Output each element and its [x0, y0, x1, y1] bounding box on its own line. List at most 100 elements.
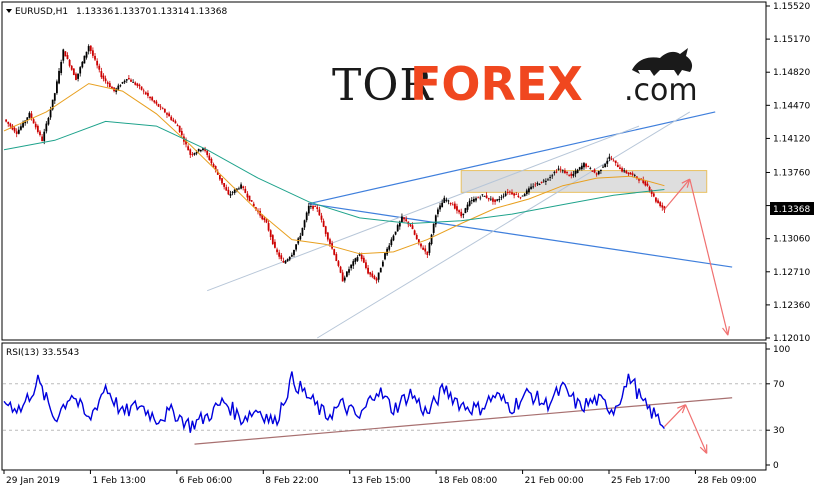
x-tick-label: 28 Feb 09:00 [697, 476, 756, 486]
x-tick-label: 18 Feb 08:00 [438, 476, 497, 486]
candle-body [221, 178, 223, 184]
candle-body [479, 197, 482, 199]
candle-body [458, 210, 460, 213]
candle-body [60, 62, 63, 74]
candle-body [434, 215, 437, 225]
candle-body [413, 230, 416, 235]
price-tick-label: 1.15520 [773, 2, 810, 12]
candle-body [284, 261, 287, 264]
candle-body [536, 183, 539, 185]
candle-body [411, 225, 414, 230]
candle-body [564, 170, 566, 174]
candle-body [430, 234, 433, 244]
candle-body [403, 217, 405, 220]
candle-body [166, 113, 168, 115]
symbol-header: EURUSD,H1 1.13336 1.13370 1.13314 1.1336… [6, 7, 227, 17]
candle-body [219, 174, 221, 180]
candle-body [161, 108, 164, 110]
candle-body [77, 73, 79, 79]
candle-body [502, 195, 505, 197]
candle-body [377, 272, 380, 280]
candle-body [612, 160, 615, 162]
candle-body [369, 272, 372, 275]
candle-body [140, 86, 143, 90]
candle-body [475, 198, 477, 201]
candle-body [244, 188, 247, 193]
candle-body [267, 223, 270, 231]
rsi-tick-label: 0 [773, 461, 779, 471]
candle-body [333, 249, 336, 255]
candle-body [15, 131, 18, 134]
candle-body [530, 186, 532, 189]
candle-body [648, 186, 651, 191]
candle-body [614, 160, 617, 164]
candle-body [178, 125, 181, 132]
candle-body [168, 113, 170, 117]
candle-body [481, 194, 484, 196]
candle-body [280, 255, 283, 260]
candle-body [587, 166, 590, 167]
candle-body [335, 254, 338, 262]
price-tick-label: 1.12360 [773, 301, 810, 311]
candle-body [123, 80, 126, 83]
candle-body [58, 70, 60, 84]
candle-body [269, 230, 272, 237]
candle-body [282, 260, 285, 263]
candle-body [238, 188, 240, 190]
candle-body [229, 193, 232, 196]
logo-text-forex: FOREX [410, 57, 583, 111]
candle-body [401, 216, 403, 223]
candle-body [489, 198, 492, 200]
candle-body [367, 267, 369, 274]
candle-body [498, 198, 501, 201]
candle-body [464, 208, 467, 214]
price-tick-label: 1.14470 [773, 101, 810, 111]
candle-body [354, 258, 357, 262]
candle-body [600, 169, 602, 171]
candle-body [13, 127, 16, 132]
candle-body [511, 192, 513, 195]
candle-body [322, 220, 325, 227]
candle-body [223, 183, 226, 187]
candle-body [657, 200, 659, 203]
candle-body [379, 267, 382, 273]
candle-body [551, 175, 554, 177]
candle-body [295, 244, 297, 250]
candle-body [343, 277, 346, 281]
candle-body [117, 85, 120, 90]
candle-body [466, 204, 469, 210]
current-price-badge: 1.13368 [770, 202, 814, 215]
candle-body [17, 129, 20, 134]
candle-body [350, 264, 353, 269]
candle-body [443, 197, 446, 203]
candle-body [405, 219, 408, 222]
candle-body [483, 196, 486, 197]
candle-body [619, 167, 621, 170]
candle-body [286, 259, 289, 262]
candle-body [638, 179, 640, 181]
candle-body [104, 78, 107, 82]
rsi-panel-frame [1, 342, 767, 471]
candle-body [460, 211, 463, 217]
header-close: 1.13368 [190, 7, 227, 17]
x-tick-label: 8 Feb 22:00 [265, 476, 319, 486]
candle-body [180, 131, 183, 136]
candle-body [583, 163, 585, 168]
candle-body [621, 168, 623, 172]
candle-body [521, 195, 524, 197]
x-tick-label: 25 Feb 17:00 [611, 476, 670, 486]
candle-body [159, 106, 162, 108]
candle-body [555, 171, 558, 173]
candle-body [121, 82, 124, 84]
candle-body [151, 97, 154, 101]
candle-body [83, 55, 86, 64]
candle-body [392, 235, 395, 241]
candle-body [542, 180, 545, 182]
candle-body [544, 180, 547, 182]
candle-body [320, 215, 323, 220]
candle-body [523, 194, 526, 197]
price-tick-label: 1.14120 [773, 134, 810, 144]
candle-body [9, 123, 12, 127]
candle-body [593, 169, 596, 173]
price-tick-label: 1.13760 [773, 168, 810, 178]
